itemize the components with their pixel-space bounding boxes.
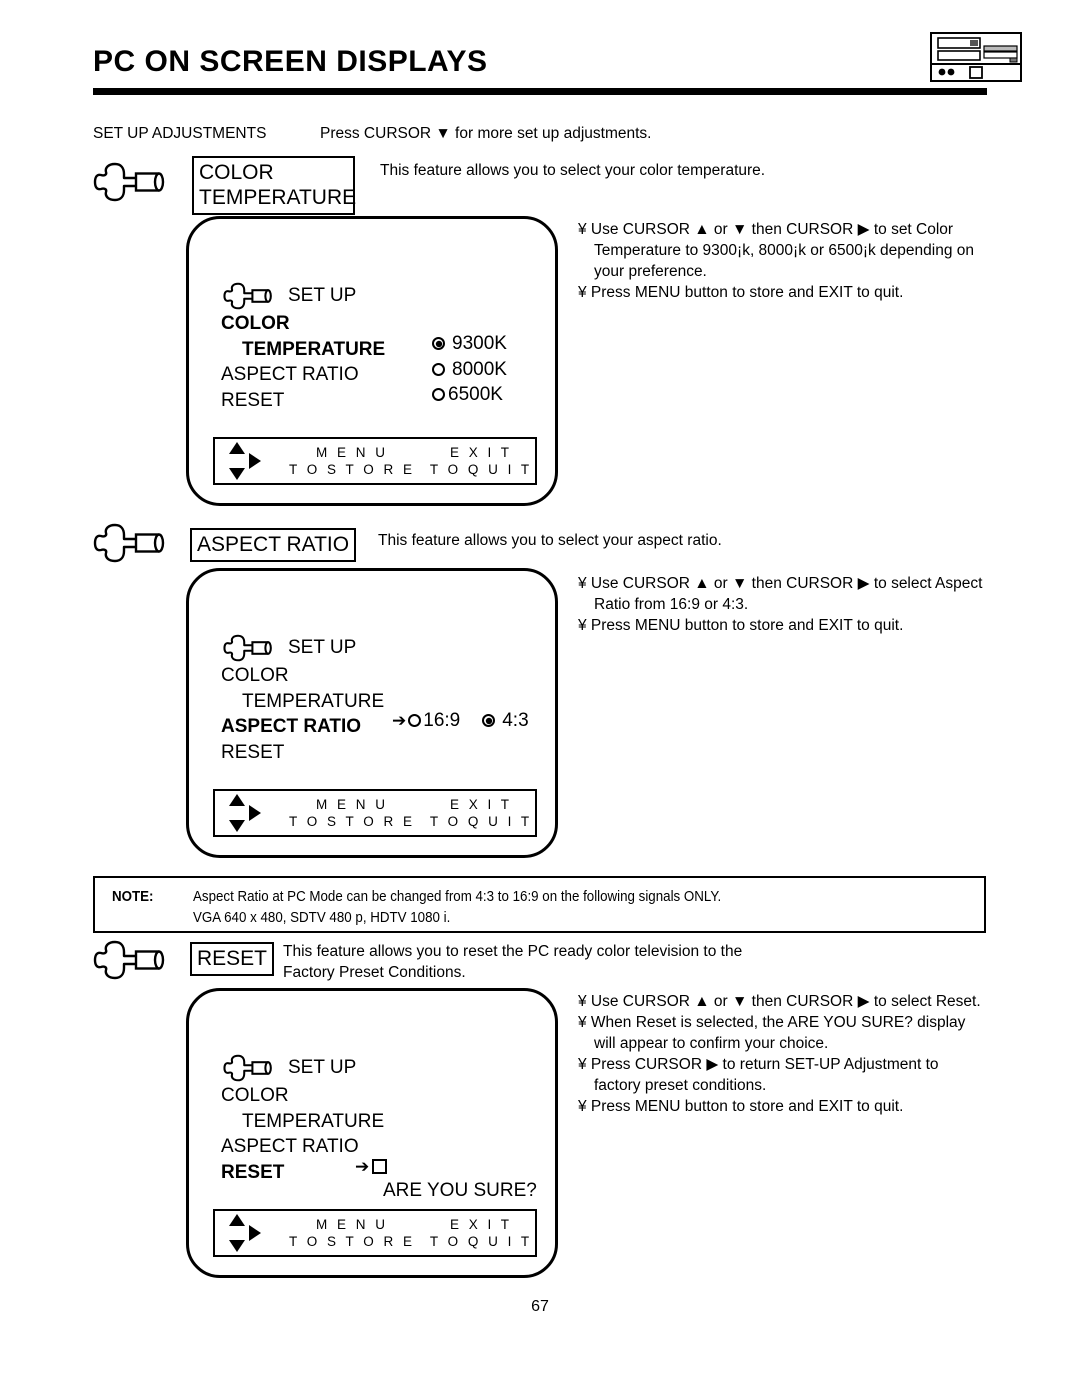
- title-underline-rule: [93, 88, 987, 95]
- osd-item-color[interactable]: COLOR: [221, 311, 385, 337]
- footer-menu-action: T O S T O R E: [288, 814, 416, 829]
- cursor-keys-icon: [215, 1210, 277, 1256]
- osd-item-aspect-ratio[interactable]: ASPECT RATIO: [221, 362, 385, 388]
- osd-value-label: 6500K: [448, 384, 503, 405]
- footer-menu-action: T O S T O R E: [288, 462, 416, 477]
- radio-selected-icon: [482, 714, 496, 728]
- osd-setup-header: SET UP: [221, 281, 385, 311]
- osd-footer-bar: M E N U T O S T O R E E X I T T O Q U I …: [213, 789, 537, 837]
- setup-wrench-icon: [221, 1053, 277, 1083]
- section-title-aspect-ratio: ASPECT RATIO: [190, 528, 357, 562]
- section-intro-reset: This feature allows you to reset the PC …: [283, 943, 743, 960]
- footer-exit-action: T O Q U I T: [429, 814, 533, 829]
- footer-exit-action: T O Q U I T: [429, 1234, 533, 1249]
- cursor-pointer-arrow-icon: ➔: [355, 1157, 370, 1177]
- bullet-line: ¥ Press CURSOR ▶ to return SET-UP Adjust…: [578, 1056, 939, 1073]
- vcr-dvd-player-icon: [930, 32, 1022, 87]
- radio-empty-icon: [432, 388, 445, 402]
- bullet-line: ¥ Press MENU button to store and EXIT to…: [578, 284, 904, 301]
- osd-item-temperature[interactable]: TEMPERATURE: [221, 1109, 384, 1135]
- bullet-line: will appear to confirm your choice.: [594, 1035, 829, 1052]
- note-box: NOTE: Aspect Ratio at PC Mode can be cha…: [93, 876, 986, 933]
- setup-adjustments-hint: Press CURSOR ▼ for more set up adjustmen…: [320, 125, 652, 142]
- osd-item-reset[interactable]: RESET: [221, 740, 384, 766]
- footer-menu-label: M E N U: [315, 797, 388, 812]
- cursor-keys-icon: [215, 438, 277, 484]
- bullet-line: ¥ When Reset is selected, the ARE YOU SU…: [578, 1014, 966, 1031]
- page-title: PC ON SCREEN DISPLAYS: [93, 45, 488, 78]
- osd-value-6500k[interactable]: 6500K: [432, 382, 507, 408]
- footer-exit-action: T O Q U I T: [429, 462, 533, 477]
- osd-value-label: 9300K: [452, 333, 507, 354]
- footer-exit-label: E X I T: [449, 797, 512, 812]
- bullet-line: ¥ Use CURSOR ▲ or ▼ then CURSOR ▶ to sel…: [578, 575, 983, 592]
- note-line-1: Aspect Ratio at PC Mode can be changed f…: [193, 889, 722, 905]
- note-line-2: VGA 640 x 480, SDTV 480 p, HDTV 1080 i.: [193, 910, 451, 926]
- bullet-line: ¥ Use CURSOR ▲ or ▼ then CURSOR ▶ to set…: [578, 221, 954, 238]
- setup-wrench-icon: [93, 938, 169, 987]
- radio-selected-icon: [432, 337, 445, 351]
- osd-value-label: 8000K: [452, 358, 507, 380]
- osd-setup-label: SET UP: [288, 1057, 357, 1078]
- setup-wrench-icon: [221, 633, 277, 663]
- osd-setup-header: SET UP: [221, 633, 384, 663]
- section-title-reset: RESET: [190, 942, 275, 976]
- osd-item-color[interactable]: COLOR: [221, 1083, 384, 1109]
- footer-menu-label: M E N U: [315, 445, 388, 460]
- osd-setup-label: SET UP: [288, 285, 357, 306]
- bullet-line: ¥ Press MENU button to store and EXIT to…: [578, 617, 904, 634]
- osd-value-9300k[interactable]: 9300K: [432, 331, 507, 357]
- checkbox-empty-icon[interactable]: [372, 1159, 388, 1175]
- osd-value-4-3[interactable]: 4:3: [502, 708, 528, 734]
- osd-item-color[interactable]: COLOR: [221, 663, 384, 689]
- setup-wrench-icon: [221, 281, 277, 311]
- footer-exit-label: E X I T: [449, 445, 512, 460]
- bullet-line: ¥ Use CURSOR ▲ or ▼ then CURSOR ▶ to sel…: [578, 993, 981, 1010]
- section-title-color-temperature: COLOR TEMPERATURE: [192, 156, 356, 215]
- bullet-line: your preference.: [594, 263, 707, 280]
- osd-confirm-label: ARE YOU SURE?: [383, 1180, 537, 1201]
- setup-wrench-icon: [93, 160, 169, 209]
- section-intro-reset-line2: Factory Preset Conditions.: [283, 964, 466, 981]
- osd-footer-bar: M E N U T O S T O R E E X I T T O Q U I …: [213, 1209, 537, 1257]
- bullet-line: factory preset conditions.: [594, 1077, 767, 1094]
- osd-panel-color-temperature: SET UP COLOR TEMPERATURE ASPECT RATIO RE…: [186, 216, 558, 506]
- bullet-line: Temperature to 9300¡k, 8000¡k or 6500¡k …: [594, 242, 974, 259]
- osd-item-aspect-ratio[interactable]: ASPECT RATIO: [221, 714, 384, 740]
- section-intro-color-temperature: This feature allows you to select your c…: [380, 162, 766, 179]
- osd-value-8000k[interactable]: 8000K: [432, 357, 507, 383]
- footer-menu-label: M E N U: [315, 1217, 388, 1232]
- osd-panel-reset: SET UP COLOR TEMPERATURE ASPECT RATIO RE…: [186, 988, 558, 1278]
- radio-empty-icon: [408, 714, 422, 728]
- osd-footer-bar: M E N U T O S T O R E E X I T T O Q U I …: [213, 437, 537, 485]
- setup-adjustments-label: SET UP ADJUSTMENTS: [93, 125, 267, 142]
- cursor-keys-icon: [215, 790, 277, 836]
- osd-setup-header: SET UP: [221, 1053, 384, 1083]
- osd-setup-label: SET UP: [288, 637, 357, 658]
- note-label: NOTE:: [112, 889, 154, 905]
- radio-empty-icon: [432, 362, 445, 376]
- osd-item-temperature[interactable]: TEMPERATURE: [221, 337, 385, 363]
- bullet-line: ¥ Press MENU button to store and EXIT to…: [578, 1098, 904, 1115]
- setup-wrench-icon: [93, 521, 169, 570]
- footer-exit-label: E X I T: [449, 1217, 512, 1232]
- osd-item-temperature[interactable]: TEMPERATURE: [221, 689, 384, 715]
- section-intro-aspect-ratio: This feature allows you to select your a…: [378, 532, 722, 549]
- footer-menu-action: T O S T O R E: [288, 1234, 416, 1249]
- bullet-line: Ratio from 16:9 or 4:3.: [594, 596, 749, 613]
- osd-panel-aspect-ratio: SET UP COLOR TEMPERATURE ASPECT RATIO RE…: [186, 568, 558, 858]
- cursor-pointer-arrow-icon: ➔: [392, 711, 407, 731]
- page-number: 67: [531, 1298, 549, 1315]
- osd-value-16-9[interactable]: 16:9: [423, 708, 460, 734]
- osd-item-reset[interactable]: RESET: [221, 388, 385, 414]
